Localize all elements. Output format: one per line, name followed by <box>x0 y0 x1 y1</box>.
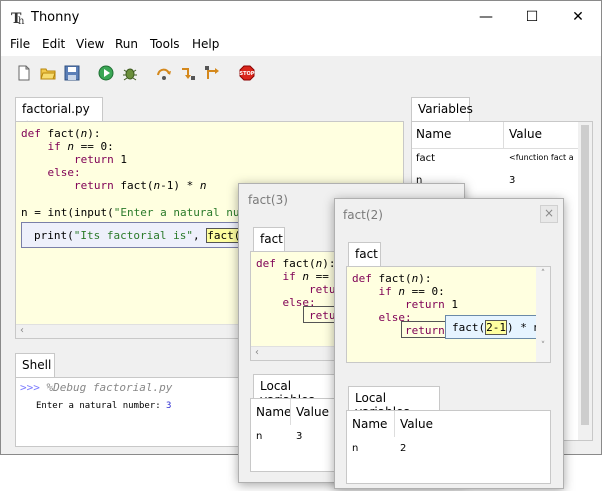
scroll-up-icon[interactable]: ˄ <box>536 269 550 279</box>
column-name[interactable]: Name <box>352 417 387 431</box>
svg-text:STOP: STOP <box>240 71 255 77</box>
code-line: def fact(n): <box>21 127 101 140</box>
scroll-thumb[interactable] <box>581 125 589 425</box>
save-icon[interactable] <box>64 65 80 81</box>
scroll-left-icon[interactable]: ‹ <box>255 347 259 358</box>
maximize-button[interactable]: ☐ <box>509 1 555 34</box>
code-line: return fact(n-1) * n <box>21 179 207 192</box>
frame-title: fact(3) <box>248 193 288 207</box>
variable-value: <function fact a <box>509 153 574 162</box>
title-bar: T h Thonny — ☐ ✕ <box>1 1 601 34</box>
menu-run[interactable]: Run <box>115 37 138 51</box>
column-divider <box>503 122 504 148</box>
table-row[interactable]: n 2 <box>347 439 550 461</box>
code-line: retur <box>256 283 343 296</box>
variables-vertical-scrollbar[interactable] <box>578 122 592 440</box>
current-subexpression-highlight: 2-1 <box>485 320 507 335</box>
variable-value: 3 <box>296 431 303 442</box>
new-file-icon[interactable] <box>16 65 32 81</box>
code-line: return 1 <box>352 298 458 311</box>
code-line: if n == 0: <box>21 140 114 153</box>
code-line: print("Its factorial is", fact(3)) <box>34 228 261 243</box>
menu-bar: File Edit View Run Tools Help <box>1 34 601 56</box>
shell-output-line: Enter a natural number: 3 <box>36 401 172 411</box>
step-out-icon[interactable] <box>204 65 220 81</box>
tab-label: Shell <box>22 358 52 372</box>
svg-text:h: h <box>18 16 25 26</box>
code-line: if n == 0: <box>352 285 445 298</box>
variable-value: 2 <box>400 443 407 454</box>
tab-local-variables[interactable]: Local variables <box>253 374 343 407</box>
scroll-down-icon[interactable]: ˅ <box>536 341 550 351</box>
frame-code: def fact(n): if n == 0: return 1 else: r… <box>347 267 540 362</box>
run-icon[interactable] <box>98 65 114 81</box>
tab-label: factorial.py <box>22 102 90 116</box>
close-icon[interactable]: × <box>540 205 558 223</box>
local-variables-panel: Name Value n 2 <box>346 410 551 484</box>
evaluation-tooltip: fact(2-1) * n <box>445 315 540 339</box>
code-line: n = int(input("Enter a natural number <box>21 206 267 219</box>
frame-vertical-scrollbar[interactable]: ˄ ˅ <box>536 267 550 362</box>
menu-help[interactable]: Help <box>192 37 219 51</box>
tab-fact[interactable]: fact <box>253 227 285 251</box>
tab-label: fact <box>355 247 378 261</box>
open-file-icon[interactable] <box>40 65 56 81</box>
column-divider <box>290 399 291 425</box>
shell-input-value: 3 <box>166 401 172 411</box>
menu-file[interactable]: File <box>10 37 30 51</box>
scroll-left-icon[interactable]: ‹ <box>20 325 24 336</box>
minimize-button[interactable]: — <box>463 1 509 34</box>
tab-fact[interactable]: fact <box>348 242 381 266</box>
app-icon: T h <box>11 11 25 26</box>
variable-name: n <box>352 443 359 454</box>
evaluation-box: print("Its factorial is", fact(3)) <box>21 222 261 248</box>
menu-edit[interactable]: Edit <box>42 37 65 51</box>
code-line: if n == 0 <box>256 270 343 283</box>
frame-window-fact-2: fact(2) × fact def fact(n): if n == 0: r… <box>334 198 564 489</box>
menu-view[interactable]: View <box>76 37 104 51</box>
tab-label: fact <box>260 232 283 246</box>
variable-name: n <box>256 431 263 442</box>
tab-local-variables[interactable]: Local variables <box>348 386 440 419</box>
code-line: return 1 <box>21 153 127 166</box>
column-value[interactable]: Value <box>296 405 329 419</box>
column-name[interactable]: Name <box>256 405 291 419</box>
shell-prompt: >>> <box>20 381 40 394</box>
tab-shell[interactable]: Shell <box>15 353 55 377</box>
variable-name: fact <box>416 153 436 164</box>
shell-command: %Debug factorial.py <box>39 381 173 394</box>
step-into-icon[interactable] <box>180 65 196 81</box>
column-value[interactable]: Value <box>509 127 542 141</box>
column-value[interactable]: Value <box>400 417 433 431</box>
column-name[interactable]: Name <box>416 127 451 141</box>
code-line: def fact(n): <box>352 272 432 285</box>
tab-label: Variables <box>418 102 473 116</box>
code-line: else: <box>21 166 81 179</box>
column-divider <box>394 411 395 437</box>
tab-variables[interactable]: Variables <box>411 97 473 121</box>
tab-factorial-py[interactable]: factorial.py × <box>15 97 103 130</box>
toolbar: STOP <box>1 57 601 89</box>
frame-code-panel: def fact(n): if n == 0: return 1 else: r… <box>346 266 551 363</box>
window-title: Thonny <box>31 10 80 25</box>
menu-tools[interactable]: Tools <box>150 37 180 51</box>
code-line: def fact(n): <box>256 257 336 270</box>
close-button[interactable]: ✕ <box>555 1 601 34</box>
variables-header: Name Value <box>412 122 578 149</box>
shell-command-line: >>> %Debug factorial.py <box>20 381 172 394</box>
frame-title: fact(2) <box>343 208 383 222</box>
stop-icon[interactable]: STOP <box>239 65 255 81</box>
step-over-icon[interactable] <box>156 65 172 81</box>
debug-icon[interactable] <box>122 65 138 81</box>
current-expression-box <box>401 321 449 338</box>
variable-value: 3 <box>509 175 516 186</box>
table-row[interactable]: fact <function fact a <box>412 149 578 171</box>
